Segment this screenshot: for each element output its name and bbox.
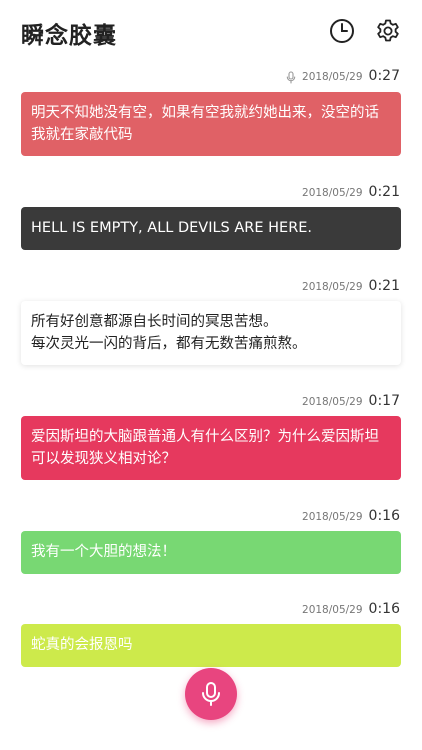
note-text: 爱因斯坦的大脑跟普通人有什么区别？为什么爱因斯坦可以发现狭义相对论？	[31, 429, 379, 467]
note-duration: 0:21	[368, 184, 400, 200]
clock-icon[interactable]	[329, 18, 355, 44]
note-text: 我有一个大胆的想法！	[31, 544, 176, 560]
note-meta: 2018/05/29 0:17	[302, 393, 400, 411]
note-date: 2018/05/29	[302, 281, 363, 293]
note-card[interactable]: 蛇真的会报恩吗	[21, 624, 401, 667]
app-title: 瞬念胶囊	[21, 23, 117, 49]
note-text: 明天不知她没有空，如果有空我就约她出来，没空的话我就在家敲代码	[31, 105, 379, 143]
note-text: 每次灵光一闪的背后，都有无数苦痛煎熬。	[31, 336, 307, 352]
gear-icon[interactable]	[375, 18, 401, 44]
note-duration: 0:16	[368, 508, 400, 524]
note-meta: 2018/05/29 0:27	[286, 68, 400, 86]
note-card[interactable]: 明天不知她没有空，如果有空我就约她出来，没空的话我就在家敲代码	[21, 92, 401, 156]
note-duration: 0:27	[368, 68, 400, 84]
note-text: 蛇真的会报恩吗	[31, 637, 133, 653]
note-card[interactable]: HELL IS EMPTY, ALL DEVILS ARE HERE.	[21, 207, 401, 250]
note-meta: 2018/05/29 0:16	[302, 601, 400, 619]
note-meta: 2018/05/29 0:21	[302, 184, 400, 202]
note-duration: 0:21	[368, 278, 400, 294]
record-button[interactable]	[185, 668, 237, 720]
note-date: 2018/05/29	[302, 604, 363, 616]
note-card[interactable]: 所有好创意都源自长时间的冥思苦想。每次灵光一闪的背后，都有无数苦痛煎熬。	[21, 301, 401, 365]
note-duration: 0:16	[368, 601, 400, 617]
note-date: 2018/05/29	[302, 511, 363, 523]
note-text: 所有好创意都源自长时间的冥思苦想。	[31, 314, 278, 330]
microphone-icon	[202, 682, 220, 706]
note-duration: 0:17	[368, 393, 400, 409]
note-date: 2018/05/29	[302, 187, 363, 199]
note-date: 2018/05/29	[302, 396, 363, 408]
note-meta: 2018/05/29 0:16	[302, 508, 400, 526]
app-header: 瞬念胶囊	[0, 0, 422, 64]
note-meta: 2018/05/29 0:21	[302, 278, 400, 296]
microphone-icon	[286, 70, 296, 84]
note-card[interactable]: 我有一个大胆的想法！	[21, 531, 401, 574]
note-text: HELL IS EMPTY, ALL DEVILS ARE HERE.	[31, 220, 313, 236]
note-date: 2018/05/29	[302, 71, 363, 83]
note-card[interactable]: 爱因斯坦的大脑跟普通人有什么区别？为什么爱因斯坦可以发现狭义相对论？	[21, 416, 401, 480]
